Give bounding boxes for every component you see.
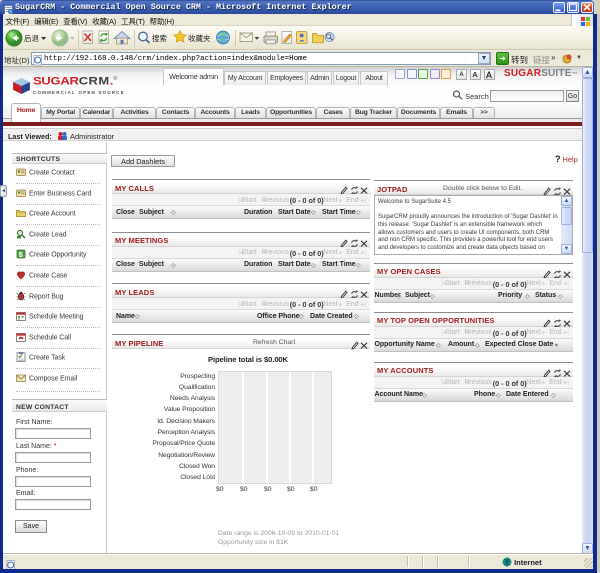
svg-text:搜索: 搜索: [152, 33, 167, 43]
svg-text:收藏夹: 收藏夹: [188, 33, 211, 43]
svg-text:后退: 后退: [24, 33, 39, 43]
